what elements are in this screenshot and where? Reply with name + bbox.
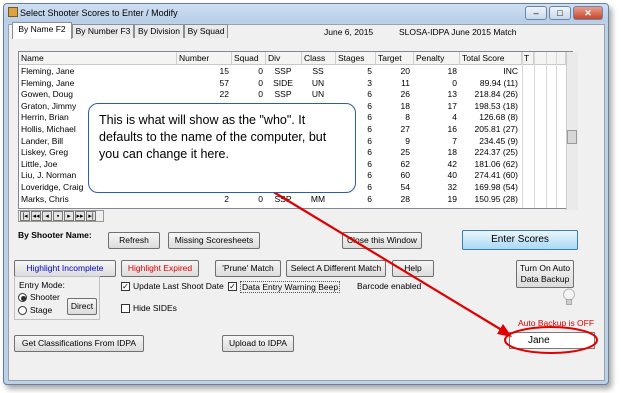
annotation-circle xyxy=(504,326,598,354)
annotation-overlay xyxy=(261,184,598,354)
annotation-arrow xyxy=(261,184,506,333)
annotation-callout: This is what will show as the "who". It … xyxy=(88,103,356,193)
